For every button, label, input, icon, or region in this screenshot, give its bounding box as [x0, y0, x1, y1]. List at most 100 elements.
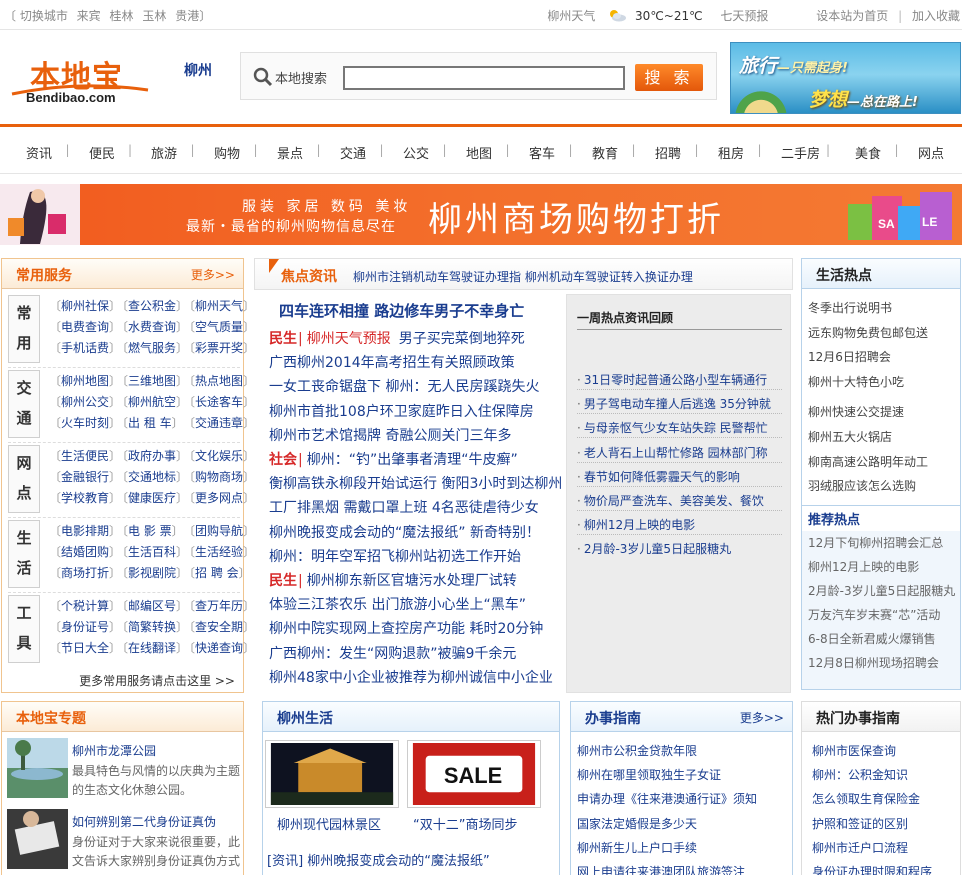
news-item[interactable]: 柳州市艺术馆揭牌 奇融公厕关门三年多: [269, 425, 511, 445]
news-text[interactable]: 广西柳州2014年高考招生有关照顾政策: [269, 355, 515, 371]
nav-item[interactable]: 旅游: [151, 143, 177, 162]
news-item[interactable]: 衡柳高铁永柳段开始试运行 衡阳3小时到达柳州: [269, 473, 562, 493]
recommend-item[interactable]: 12月下旬柳州招聘会汇总: [808, 534, 943, 551]
nav-item[interactable]: 地图: [466, 143, 492, 162]
guide-item[interactable]: 申请办理《往来港澳通行证》须知: [577, 790, 757, 807]
service-link[interactable]: 燃气服务: [123, 339, 181, 356]
focus-subline[interactable]: 柳州市注销机动车驾驶证办理指 柳州机动车驾驶证转入换证办理: [353, 268, 693, 285]
service-link[interactable]: 个税计算: [56, 597, 114, 614]
hot-item[interactable]: 31日零时起普通公路小型车辆通行: [577, 371, 767, 388]
nav-item[interactable]: 客车: [529, 143, 555, 162]
service-link[interactable]: 彩票开奖: [190, 339, 248, 356]
photo-caption[interactable]: 柳州现代园林景区: [277, 814, 381, 833]
nav-item[interactable]: 资讯: [26, 143, 52, 162]
service-link[interactable]: 三维地图: [123, 372, 181, 389]
nav-item[interactable]: 租房: [718, 143, 744, 162]
service-link[interactable]: 柳州天气: [190, 297, 248, 314]
recommend-item[interactable]: 柳州12月上映的电影: [808, 558, 919, 575]
nav-item[interactable]: 购物: [214, 143, 240, 162]
service-link[interactable]: 出 租 车: [123, 414, 177, 431]
hot-guide-item[interactable]: 身份证办理时限和程序: [812, 863, 932, 875]
city-link-guilin[interactable]: 桂林: [110, 9, 134, 23]
service-link[interactable]: 柳州航空: [123, 393, 181, 410]
hot-guide-item[interactable]: 柳州市迁户口流程: [812, 839, 908, 856]
hot-guide-item[interactable]: 护照和签证的区别: [812, 815, 908, 832]
service-link[interactable]: 结婚团购: [56, 543, 114, 560]
service-link[interactable]: 团购导航: [190, 522, 248, 539]
city-link-yulin[interactable]: 玉林: [142, 9, 166, 23]
nav-item[interactable]: 网点: [918, 143, 944, 162]
service-link[interactable]: 查公积金: [123, 297, 181, 314]
service-link[interactable]: 长途客车: [190, 393, 248, 410]
service-link[interactable]: 热点地图: [190, 372, 248, 389]
more-link[interactable]: 更多>>: [191, 266, 235, 283]
city-link-guigang[interactable]: 贵港〕: [175, 9, 211, 23]
hot-item[interactable]: 与母亲怄气少女车站失踪 民警帮忙: [577, 419, 768, 436]
service-link[interactable]: 影视剧院: [123, 564, 181, 581]
nav-item[interactable]: 景点: [277, 143, 303, 162]
life-hot-item[interactable]: 羽绒服应该怎么选购: [808, 477, 916, 494]
news-item[interactable]: 柳州48家中小企业被推荐为柳州诚信中小企业: [269, 667, 553, 687]
service-link[interactable]: 交通地标: [123, 468, 181, 485]
service-link[interactable]: 查安全期: [190, 618, 248, 635]
current-city[interactable]: 柳州: [184, 60, 212, 80]
nav-item[interactable]: 教育: [592, 143, 618, 162]
news-item[interactable]: 柳州晚报变成会动的“魔法报纸” 新奇特别！: [269, 522, 540, 542]
set-home-link[interactable]: 设本站为首页: [816, 9, 888, 23]
news-tag[interactable]: 社会: [269, 452, 297, 468]
id-card-photo[interactable]: [7, 809, 68, 869]
hot-item[interactable]: 老人背石上山帮忙修路 园林部门称: [577, 444, 768, 461]
hot-guide-item[interactable]: 柳州：公积金知识: [812, 766, 908, 783]
nav-item[interactable]: 美食: [855, 143, 881, 162]
guide-item[interactable]: 国家法定婚假是多少天: [577, 815, 697, 832]
service-link[interactable]: 更多网点: [190, 489, 248, 506]
service-link[interactable]: 手机话费: [56, 339, 114, 356]
search-button[interactable]: 搜 索: [635, 64, 703, 91]
guide-item[interactable]: 柳州新生儿上户口手续: [577, 839, 697, 856]
news-item[interactable]: 工厂排黑烟 需戴口罩上班 4名恶徒虐待少女: [269, 497, 539, 517]
travel-ad[interactable]: 旅行—只需起身! 梦想—总在路上!: [730, 42, 961, 114]
news-text[interactable]: 柳州市艺术馆揭牌 奇融公厕关门三年多: [269, 428, 511, 444]
sale-photo[interactable]: SALE: [407, 740, 541, 808]
service-link[interactable]: 学校教育: [56, 489, 114, 506]
service-link[interactable]: 电费查询: [56, 318, 114, 335]
service-link[interactable]: 商场打折: [56, 564, 114, 581]
service-link[interactable]: 电影排期: [56, 522, 114, 539]
news-item[interactable]: 民生| 柳州柳东新区官塘污水处理厂试转: [269, 570, 517, 590]
life-hot-item[interactable]: 柳州快速公交提速: [808, 403, 904, 420]
service-link[interactable]: 交通违章: [190, 414, 248, 431]
service-link[interactable]: 简繁转换: [123, 618, 181, 635]
news-text[interactable]: 柳州市首批108户环卫家庭昨日入住保障房: [269, 404, 534, 420]
service-link[interactable]: 招 聘 会: [190, 564, 244, 581]
service-link[interactable]: 火车时刻: [56, 414, 114, 431]
service-link[interactable]: 健康医疗: [123, 489, 181, 506]
news-text[interactable]: 男子买完菜倒地猝死: [399, 331, 525, 347]
news-item[interactable]: 柳州市首批108户环卫家庭昨日入住保障房: [269, 401, 534, 421]
news-text[interactable]: 柳州：“钓”出肇事者清理“牛皮癣”: [307, 452, 518, 468]
guide-item[interactable]: 柳州在哪里领取独生子女证: [577, 766, 721, 783]
service-link[interactable]: 柳州社保: [56, 297, 114, 314]
site-logo[interactable]: 本地宝 Bendibao.com: [8, 48, 158, 112]
hot-guide-item[interactable]: 怎么领取生育保险金: [812, 790, 920, 807]
hot-guide-item[interactable]: 柳州市医保查询: [812, 742, 896, 759]
life-hot-item[interactable]: 12月6日招聘会: [808, 348, 891, 365]
news-tag-link[interactable]: 柳州天气预报: [307, 331, 391, 347]
topic-title[interactable]: 如何辨别第二代身份证真伪: [72, 813, 216, 830]
service-link[interactable]: 金融银行: [56, 468, 114, 485]
service-link[interactable]: 生活经验: [190, 543, 248, 560]
service-link[interactable]: 生活百科: [123, 543, 181, 560]
news-text[interactable]: 衡柳高铁永柳段开始试运行 衡阳3小时到达柳州: [269, 476, 562, 492]
topic-title[interactable]: 柳州市龙潭公园: [72, 742, 156, 759]
hot-item[interactable]: 春节如何降低雾霾天气的影响: [577, 468, 740, 485]
recommend-item[interactable]: 6-8日全新君威火爆销售: [808, 630, 936, 647]
news-item[interactable]: 柳州：明年空军招飞柳州站初选工作开始: [269, 546, 521, 566]
news-item[interactable]: 广西柳州2014年高考招生有关照顾政策: [269, 352, 515, 372]
service-link[interactable]: 柳州公交: [56, 393, 114, 410]
news-item[interactable]: 民生| 柳州天气预报 男子买完菜倒地猝死: [269, 328, 525, 348]
service-link[interactable]: 柳州地图: [56, 372, 114, 389]
garden-photo[interactable]: [265, 740, 399, 808]
service-link[interactable]: 节日大全: [56, 639, 114, 656]
news-text[interactable]: 一女工丧命锯盘下 柳州：无人民房蹊跷失火: [269, 379, 539, 395]
news-text[interactable]: 柳州柳东新区官塘污水处理厂试转: [307, 573, 517, 589]
guide-item[interactable]: 网上申请往来港澳团队旅游签注: [577, 863, 745, 875]
